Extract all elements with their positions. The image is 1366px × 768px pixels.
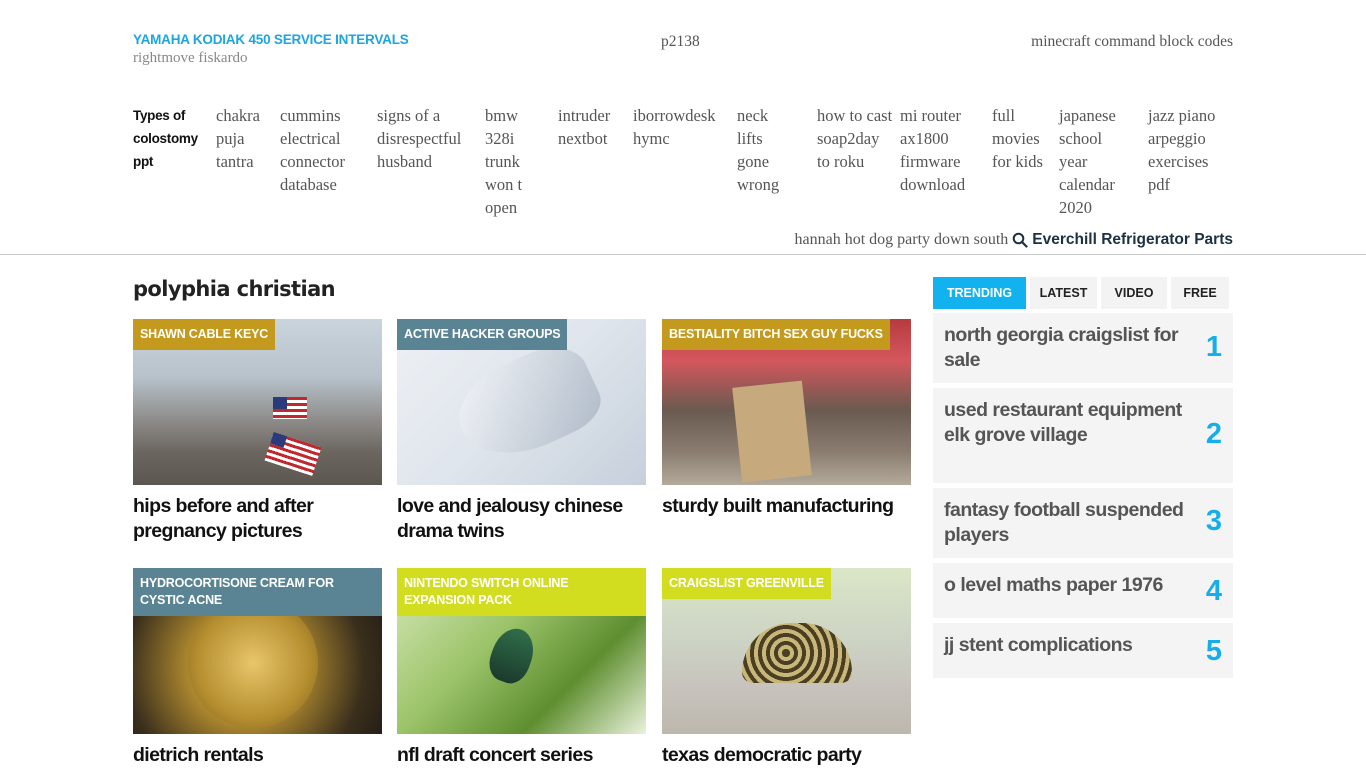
nav-item[interactable]: jazz piano arpeggio exercises pdf [1148, 104, 1228, 196]
nav-item[interactable]: intruder nextbot [558, 104, 626, 150]
sidebar-tabs: TRENDING LATEST VIDEO FREE [933, 277, 1233, 309]
trending-title[interactable]: o level maths paper 1976 [944, 573, 1189, 598]
brand-link[interactable]: Everchill Refrigerator Parts [1032, 231, 1233, 249]
nav-item[interactable]: neck lifts gone wrong [737, 104, 797, 196]
site-subtitle: rightmove fiskardo [133, 50, 248, 66]
nav-item[interactable]: iborrowdesk hymc [633, 104, 729, 150]
card-tag[interactable]: BESTIALITY BITCH SEX GUY FUCKS [662, 319, 890, 350]
trending-item[interactable]: north georgia craigslist for sale 1 [933, 313, 1233, 383]
card-tag[interactable]: CRAIGSLIST GREENVILLE [662, 568, 831, 599]
nav-item[interactable]: japanese school year calendar 2020 [1059, 104, 1131, 219]
trending-item[interactable]: fantasy football suspended players 3 [933, 488, 1233, 558]
nav-item[interactable]: chakra puja tantra [216, 104, 271, 173]
tortoise-shape [742, 623, 852, 683]
coin-shape [188, 598, 318, 728]
flag-icon [264, 432, 322, 476]
protest-sign-shape [732, 380, 812, 483]
search-icon[interactable] [1012, 232, 1028, 248]
trending-rank: 5 [1205, 635, 1222, 667]
card-title[interactable]: dietrich rentals [133, 743, 393, 768]
nav-item[interactable]: signs of a disrespectful husband [377, 104, 477, 173]
trending-item[interactable]: jj stent complications 5 [933, 623, 1233, 678]
nav-item[interactable]: bmw 328i trunk won t open [485, 104, 545, 219]
section-title: polyphia christian [133, 277, 336, 301]
nav-item[interactable]: how to cast soap2day to roku [817, 104, 893, 173]
trending-title[interactable]: fantasy football suspended players [944, 498, 1189, 548]
card-title[interactable]: texas democratic party [662, 743, 922, 768]
bird-shape [483, 622, 541, 689]
nav-label: Types of colostomy ppt [133, 108, 198, 169]
header-divider [0, 254, 1366, 255]
robot-hand-shape [444, 333, 610, 475]
site-title-link[interactable]: YAMAHA KODIAK 450 SERVICE INTERVALS [133, 32, 409, 47]
card-title[interactable]: hips before and after pregnancy pictures [133, 494, 393, 544]
tab-trending[interactable]: TRENDING [933, 277, 1026, 309]
flag-icon [273, 397, 307, 419]
card-title[interactable]: love and jealousy chinese drama twins [397, 494, 657, 544]
trending-rank: 1 [1205, 331, 1222, 363]
header-right-link[interactable]: minecraft command block codes [1031, 33, 1233, 51]
trending-item[interactable]: o level maths paper 1976 4 [933, 563, 1233, 618]
nav-item[interactable]: full movies for kids [992, 104, 1052, 173]
card-tag[interactable]: SHAWN CABLE KEYC [133, 319, 276, 350]
site-header: YAMAHA KODIAK 450 SERVICE INTERVALS righ… [133, 30, 1233, 80]
tab-video[interactable]: VIDEO [1101, 277, 1167, 309]
search-row: hannah hot dog party down south Everchil… [795, 231, 1233, 249]
tab-latest[interactable]: LATEST [1030, 277, 1097, 309]
trending-rank: 2 [1205, 418, 1222, 450]
card-tag[interactable]: HYDROCORTISONE CREAM FOR CYSTIC ACNE [133, 568, 382, 616]
header-center-link[interactable]: p2138 [661, 33, 700, 51]
trending-item[interactable]: used restaurant equipment elk grove vill… [933, 388, 1233, 483]
nav-item[interactable]: cummins electrical connector database [280, 104, 368, 196]
trending-title[interactable]: north georgia craigslist for sale [944, 323, 1189, 373]
trending-rank: 4 [1205, 575, 1222, 607]
trending-rank: 3 [1205, 505, 1222, 537]
trending-title[interactable]: jj stent complications [944, 633, 1189, 658]
card-title[interactable]: nfl draft concert series [397, 743, 657, 768]
tab-free[interactable]: FREE [1171, 277, 1229, 309]
card-tag[interactable]: ACTIVE HACKER GROUPS [397, 319, 568, 350]
card-title[interactable]: sturdy built manufacturing [662, 494, 922, 519]
card-tag[interactable]: NINTENDO SWITCH ONLINE EXPANSION PACK [397, 568, 646, 616]
trending-title[interactable]: used restaurant equipment elk grove vill… [944, 398, 1189, 448]
nav-item[interactable]: mi router ax1800 firmware download [900, 104, 982, 196]
search-link[interactable]: hannah hot dog party down south [795, 231, 1009, 249]
